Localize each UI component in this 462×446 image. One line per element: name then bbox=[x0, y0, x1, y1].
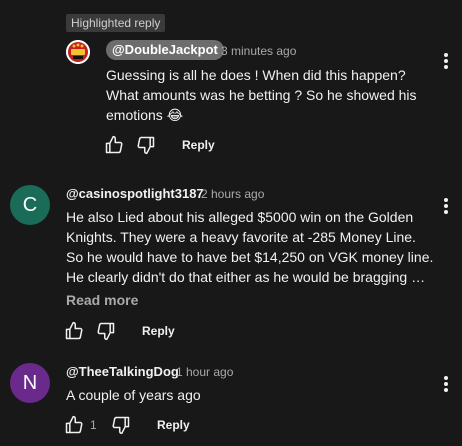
comment-line: Knights. They were a heavy favorite at -… bbox=[66, 229, 416, 245]
avatar-letter: C bbox=[22, 194, 38, 216]
timestamp[interactable]: 1 hour ago bbox=[176, 365, 233, 379]
avatar[interactable]: C bbox=[10, 185, 50, 225]
thumbs-down-icon bbox=[97, 322, 115, 341]
more-actions-icon[interactable] bbox=[444, 376, 448, 394]
more-actions-icon[interactable] bbox=[444, 53, 448, 71]
comment-line: emotions 😂 bbox=[106, 107, 184, 123]
timestamp[interactable]: 3 minutes ago bbox=[221, 44, 296, 58]
thumbs-up-icon bbox=[105, 135, 123, 154]
avatar[interactable]: N bbox=[10, 363, 50, 403]
comment-line: A couple of years ago bbox=[66, 387, 201, 403]
dislike-button[interactable] bbox=[136, 135, 156, 155]
casino-logo-icon bbox=[66, 40, 90, 64]
dislike-button[interactable] bbox=[111, 415, 131, 435]
avatar-letter: N bbox=[22, 372, 38, 394]
comment-line: What amounts was he betting ? So he show… bbox=[106, 87, 417, 103]
read-more-link[interactable]: Read more bbox=[66, 292, 138, 308]
reply-button[interactable]: Reply bbox=[182, 138, 215, 152]
reply-button[interactable]: Reply bbox=[142, 324, 175, 338]
like-count: 1 bbox=[90, 418, 97, 432]
comment-line: He clearly didn't do that either as he w… bbox=[66, 269, 426, 285]
comment-line: Guessing is all he does ! When did this … bbox=[106, 67, 406, 83]
like-button[interactable] bbox=[104, 135, 124, 155]
highlighted-reply-badge: Highlighted reply bbox=[66, 14, 166, 32]
dislike-button[interactable] bbox=[96, 321, 116, 341]
avatar-doublejackpot[interactable] bbox=[66, 40, 90, 64]
author-name[interactable]: @TheeTalkingDog bbox=[66, 364, 179, 379]
like-button[interactable] bbox=[64, 321, 84, 341]
author-name[interactable]: @casinospotlight3187 bbox=[66, 186, 204, 201]
thumbs-down-icon bbox=[112, 416, 130, 435]
thumbs-up-icon bbox=[65, 415, 83, 434]
thumbs-down-icon bbox=[137, 136, 155, 155]
comment-text: A couple of years ago bbox=[66, 385, 201, 405]
comment-text: He also Lied about his alleged $5000 win… bbox=[66, 207, 446, 287]
timestamp[interactable]: 2 hours ago bbox=[201, 187, 264, 201]
comment-line: He also Lied about his alleged $5000 win… bbox=[66, 209, 414, 225]
comment-line: So he would have to have bet $14,250 on … bbox=[66, 249, 434, 265]
like-button[interactable] bbox=[64, 415, 84, 435]
comment-text: Guessing is all he does ! When did this … bbox=[106, 65, 417, 125]
thumbs-up-icon bbox=[65, 321, 83, 340]
reply-button[interactable]: Reply bbox=[157, 418, 190, 432]
author-chip[interactable]: @DoubleJackpot bbox=[106, 40, 224, 60]
